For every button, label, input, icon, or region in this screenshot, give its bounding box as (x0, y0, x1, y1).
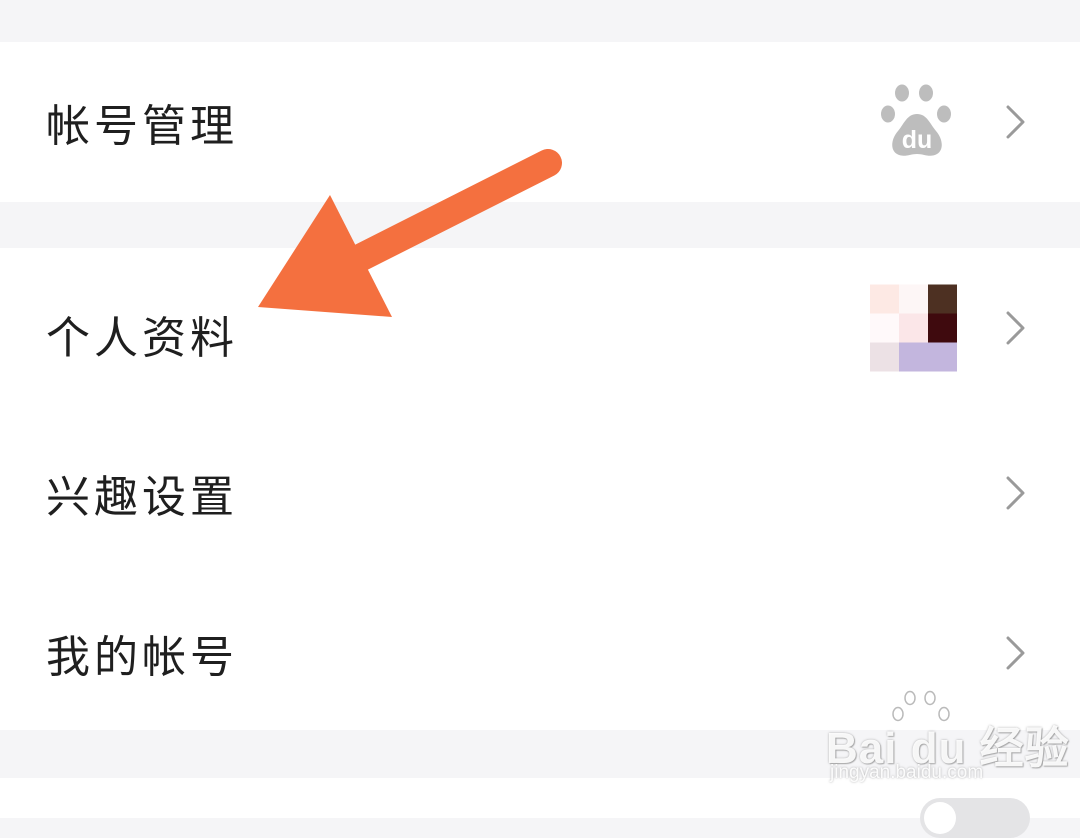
chevron-right-icon (1006, 636, 1025, 670)
account-section: 帐号管理 du (0, 42, 1080, 202)
chevron-right-icon (1006, 311, 1025, 345)
row-label: 兴趣设置 (46, 472, 238, 523)
row-label: 我的帐号 (46, 632, 238, 683)
watermark-url: jingyan.baidu.com (830, 762, 984, 783)
toggle-switch[interactable] (920, 798, 1030, 838)
avatar (870, 284, 957, 372)
row-label: 个人资料 (46, 313, 238, 364)
chevron-right-icon (1006, 105, 1025, 139)
chevron-right-icon (1006, 476, 1025, 510)
svg-text:du: du (902, 126, 933, 154)
profile-section: 个人资料 兴趣设置 我的帐号 (0, 248, 1080, 730)
avatar-pixel (928, 342, 957, 372)
avatar-pixel (870, 313, 899, 343)
baidu-paw-icon: du (881, 84, 951, 156)
row-label: 帐号管理 (46, 101, 238, 152)
avatar-pixel (899, 342, 928, 372)
settings-row-interest-settings[interactable]: 兴趣设置 (0, 413, 1080, 573)
avatar-pixel (928, 313, 957, 343)
avatar-pixel (899, 284, 928, 314)
avatar-pixel (870, 284, 899, 314)
baidu-jingyan-watermark: Bai du 经验 jingyan.baidu.com (826, 690, 1069, 790)
avatar-pixel (928, 284, 957, 314)
settings-row-account-management[interactable]: 帐号管理 du (0, 42, 1080, 202)
settings-row-personal-profile[interactable]: 个人资料 (0, 248, 1080, 408)
avatar-pixel (870, 342, 899, 372)
avatar-pixel (899, 313, 928, 343)
